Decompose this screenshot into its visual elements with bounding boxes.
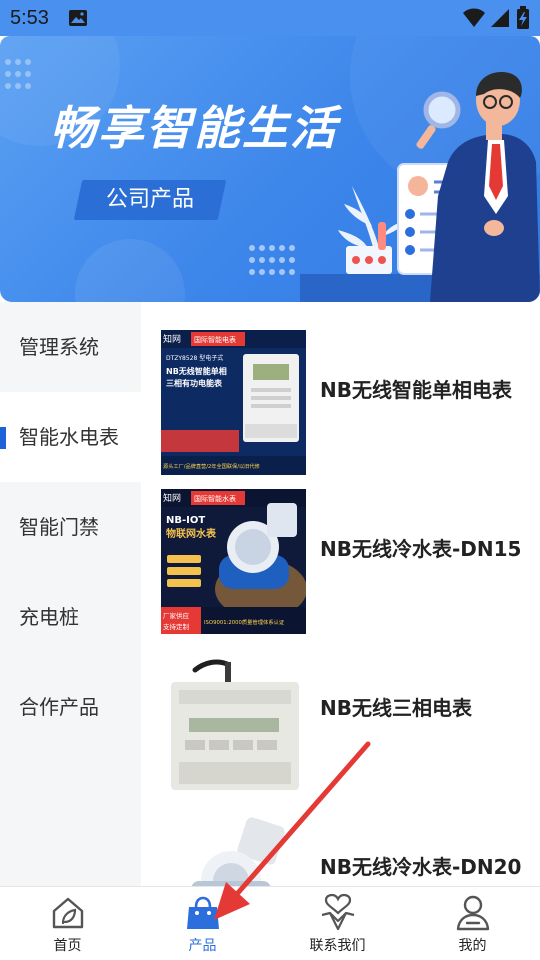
banner-illustration: [0, 36, 540, 302]
nav-products[interactable]: 产品: [135, 887, 270, 960]
product-item[interactable]: 知网 国际智能水表 NB-IOT 物联网水表 厂家供应 支持定制 ISO9001…: [141, 476, 540, 634]
product-name: NB无线冷水表-DN20: [320, 855, 522, 879]
sidebar-item-smart-meter[interactable]: 智能水电表: [0, 392, 141, 482]
thumb-footer: ISO9001:2000质量管理体系认证: [204, 618, 285, 626]
sidebar-item-label: 智能门禁: [19, 515, 99, 539]
banner-tag: 公司产品: [105, 187, 194, 212]
thumb-footer: 源头工厂/品牌直营/2年全国联保/以旧代修: [163, 462, 261, 470]
nav-label: 首页: [53, 938, 82, 954]
product-name: NB无线智能单相电表: [320, 378, 512, 402]
product-item[interactable]: 知网 国际智能电表 DTZY8528 型电子式 NB无线智能单相 三相有功电能表…: [141, 317, 540, 475]
sidebar-item-label: 管理系统: [19, 335, 99, 359]
thumb-model: DTZY8528 型电子式: [166, 354, 223, 362]
active-indicator: [0, 427, 6, 449]
home-icon: [52, 897, 84, 929]
battery-charging-icon: [517, 6, 529, 29]
water-meter-image: 知网 国际智能水表 NB-IOT 物联网水表 厂家供应 支持定制 ISO9001…: [161, 489, 306, 634]
wifi-icon: [463, 8, 485, 27]
thumb-line2: 三相有功电能表: [166, 378, 223, 388]
nav-label: 联系我们: [309, 938, 366, 954]
thumb-brand: 知网: [163, 492, 181, 504]
bottom-nav: 首页 产品 联系我们 我的: [0, 886, 540, 960]
sidebar-item-access-control[interactable]: 智能门禁: [0, 482, 141, 572]
product-item[interactable]: NB无线三相电表: [141, 635, 540, 793]
nav-home[interactable]: 首页: [0, 887, 135, 960]
thumb-bottom-left2: 支持定制: [163, 622, 190, 631]
status-bar: 5:53: [0, 0, 540, 36]
screen: 5:53 畅享智能生活 公司产品 管理系统 智能水电表 智能门禁 充电桩 合作产…: [0, 0, 540, 960]
sidebar-item-label: 合作产品: [19, 695, 99, 719]
thumb-line1: NB-IOT: [166, 515, 205, 526]
nav-profile[interactable]: 我的: [405, 887, 540, 960]
shopping-bag-icon: [187, 896, 219, 929]
status-time: 5:53: [10, 7, 49, 29]
sidebar-item-charging-pile[interactable]: 充电桩: [0, 572, 141, 662]
signal-icon: [491, 9, 509, 27]
sidebar-item-label: 智能水电表: [19, 425, 119, 449]
sidebar-item-partner-products[interactable]: 合作产品: [0, 662, 141, 752]
thumb-brand: 知网: [163, 333, 181, 345]
user-icon: [456, 895, 490, 931]
category-sidebar: 管理系统 智能水电表 智能门禁 充电桩 合作产品: [0, 302, 141, 886]
handshake-heart-icon: [321, 893, 355, 931]
nav-contact-us[interactable]: 联系我们: [270, 887, 405, 960]
product-name: NB无线三相电表: [320, 696, 472, 720]
thumb-badge: 国际智能电表: [194, 335, 236, 344]
three-phase-meter-image: [161, 648, 306, 793]
thumb-line1: NB无线智能单相: [166, 366, 227, 376]
image-icon: [69, 10, 87, 26]
product-name: NB无线冷水表-DN15: [320, 537, 522, 561]
electric-meter-image: 知网 国际智能电表 DTZY8528 型电子式 NB无线智能单相 三相有功电能表…: [161, 330, 306, 475]
nav-label: 我的: [458, 938, 487, 954]
thumb-line2: 物联网水表: [166, 527, 217, 540]
thumb-bottom-left1: 厂家供应: [163, 611, 190, 620]
nav-label: 产品: [188, 938, 217, 954]
thumb-badge: 国际智能水表: [194, 494, 236, 503]
sidebar-item-label: 充电桩: [19, 605, 79, 629]
banner-title: 畅享智能生活: [50, 101, 338, 155]
promo-banner[interactable]: 畅享智能生活 公司产品: [0, 36, 540, 302]
sidebar-item-management-system[interactable]: 管理系统: [0, 302, 141, 392]
